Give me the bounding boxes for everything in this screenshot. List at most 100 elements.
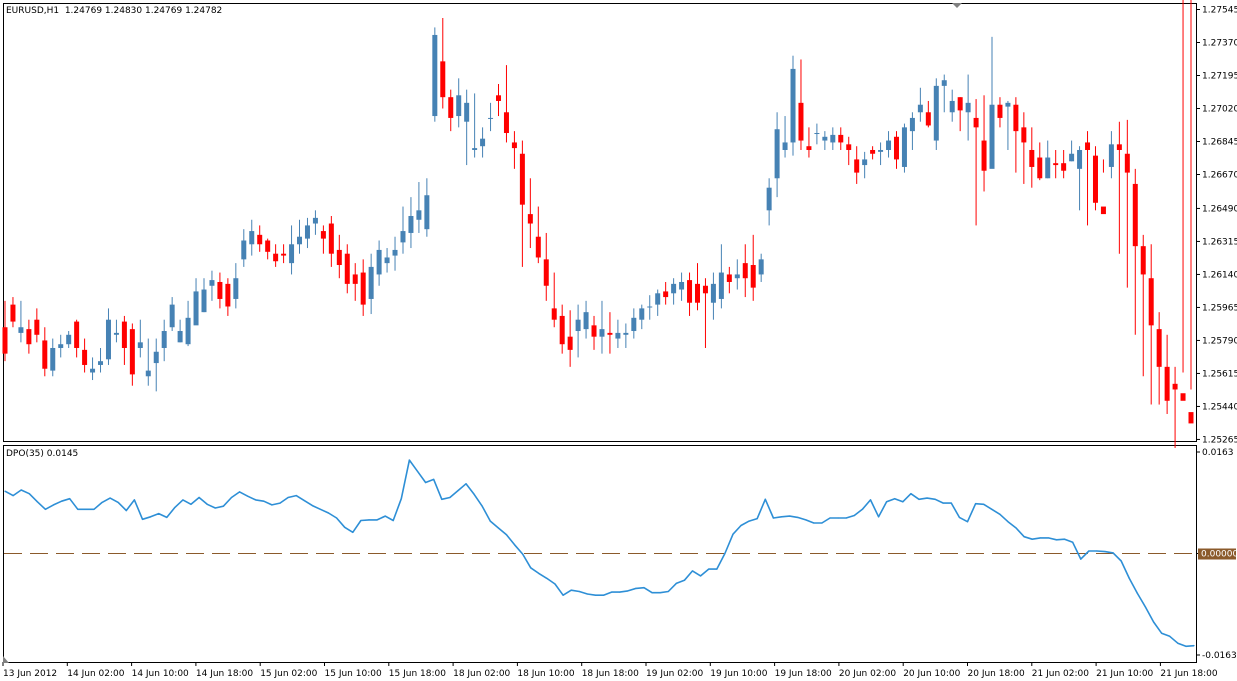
- candle-body-bull: [193, 291, 199, 326]
- candle-body-bull: [886, 140, 892, 150]
- dpo-point: [659, 592, 661, 594]
- dpo-point: [675, 582, 677, 584]
- dpo-point: [44, 508, 47, 510]
- dpo-point: [1088, 550, 1090, 552]
- candle-body-bull: [177, 331, 183, 343]
- dpo-point: [77, 508, 79, 510]
- candle-body-bear: [591, 325, 597, 337]
- candle-body-bear: [82, 349, 88, 365]
- dpo-point: [1136, 592, 1138, 594]
- time-axis-label: 13 Jun 2012: [3, 669, 57, 679]
- dpo-point: [861, 508, 863, 510]
- chart-canvas[interactable]: 1.27545 1.27370 1.27195 1.27020 1.26845 1.266…: [0, 0, 1237, 681]
- dpo-point: [554, 583, 556, 585]
- candle-body-bull: [1108, 144, 1114, 167]
- candle-body-bear: [440, 61, 446, 98]
- dpo-point: [829, 517, 831, 519]
- dpo-point: [724, 552, 726, 555]
- candle-body-bull: [671, 283, 677, 294]
- candle-body-bear: [973, 117, 979, 128]
- dpo-point: [424, 481, 427, 484]
- dpo-point: [481, 505, 483, 507]
- candle-body-bull: [408, 215, 414, 233]
- dpo-point: [433, 478, 435, 480]
- candle-body-bull: [18, 327, 24, 333]
- dpo-point: [594, 594, 597, 596]
- candle-body-bear: [26, 329, 32, 345]
- dpo-point: [295, 494, 297, 497]
- chart-window: 1.27545 1.27370 1.27195 1.27020 1.26845 1.266…: [0, 0, 1237, 681]
- candle-body-bull: [241, 240, 247, 260]
- time-axis-label: 14 Jun 02:00: [67, 669, 124, 679]
- dpo-point: [61, 500, 63, 502]
- candle-body-bear: [567, 336, 573, 350]
- dpo-point: [1161, 632, 1163, 634]
- candle-body-bear: [559, 315, 565, 345]
- dpo-point: [222, 505, 224, 507]
- dpo-point: [408, 459, 411, 461]
- candle-body-bear: [925, 112, 931, 126]
- dpo-point: [174, 506, 176, 509]
- dpo-point: [497, 527, 499, 529]
- candle-body-bear: [1092, 155, 1098, 203]
- candle-body-bull: [1045, 157, 1051, 179]
- dpo-point: [182, 499, 184, 501]
- candle-body-bear: [798, 102, 804, 141]
- chart-shift-marker[interactable]: [952, 3, 962, 8]
- dpo-point: [700, 575, 702, 577]
- candle-body-bear: [750, 265, 756, 288]
- time-axis-label: 14 Jun 10:00: [132, 669, 189, 679]
- dpo-point: [1128, 577, 1130, 580]
- candle-body-bull: [400, 231, 406, 243]
- dpo-point: [635, 587, 637, 589]
- candle-body-bear: [870, 149, 876, 154]
- candle-body-bull: [416, 210, 422, 220]
- candle-body-bull: [583, 312, 589, 330]
- dpo-point: [101, 501, 103, 504]
- dpo-point: [473, 493, 475, 495]
- candle-body-bear: [694, 283, 700, 303]
- candle-body-bull: [655, 293, 661, 305]
- dpo-point: [319, 508, 322, 510]
- candle-body-bear: [1085, 142, 1091, 150]
- dpo-point: [311, 504, 313, 507]
- candle-body-bear: [352, 274, 358, 284]
- dpo-point: [505, 534, 508, 536]
- candle-body-bull: [432, 34, 438, 117]
- price-panel-frame: [3, 3, 1197, 442]
- dpo-point: [877, 516, 880, 518]
- dpo-line: [4, 459, 1195, 648]
- candle-body-bear: [344, 253, 350, 284]
- candle-body-bull: [98, 361, 104, 365]
- candle-body-bull: [289, 244, 295, 264]
- candle-body-bull: [790, 68, 796, 143]
- dpo-point: [942, 502, 944, 504]
- dpo-zero-badge-label: 0.00000: [1201, 550, 1237, 560]
- candle-body-bear: [1061, 163, 1067, 171]
- dpo-point: [20, 489, 22, 491]
- dpo-point: [619, 591, 621, 593]
- dpo-point: [772, 517, 775, 519]
- candle-body-bull: [384, 257, 390, 264]
- dpo-point: [764, 498, 766, 500]
- time-axis-label: 21 Jun 02:00: [1032, 669, 1089, 679]
- candle-body-bull: [50, 347, 56, 371]
- dpo-point: [1169, 635, 1171, 637]
- candle-body-bull: [639, 308, 645, 320]
- candle-body-bull: [464, 102, 470, 122]
- candle-body-bear: [846, 144, 852, 150]
- candle-body-bull: [575, 319, 581, 332]
- dpo-point: [166, 516, 168, 518]
- price-axis-label: 1.27370: [1202, 39, 1237, 49]
- candle-body-bear: [320, 231, 326, 239]
- candle-body-bull: [830, 134, 836, 143]
- candle-body-bear: [1188, 412, 1194, 424]
- candle-body-bear: [742, 263, 748, 279]
- dpo-point: [1072, 541, 1074, 543]
- candle-body-bull: [137, 342, 143, 348]
- candle-body-bull: [631, 317, 637, 332]
- candle-body-bull: [1005, 102, 1011, 107]
- price-axis-label: 1.26315: [1202, 237, 1237, 247]
- candle-body-bear: [663, 291, 669, 298]
- candle-body-bear: [1029, 149, 1035, 167]
